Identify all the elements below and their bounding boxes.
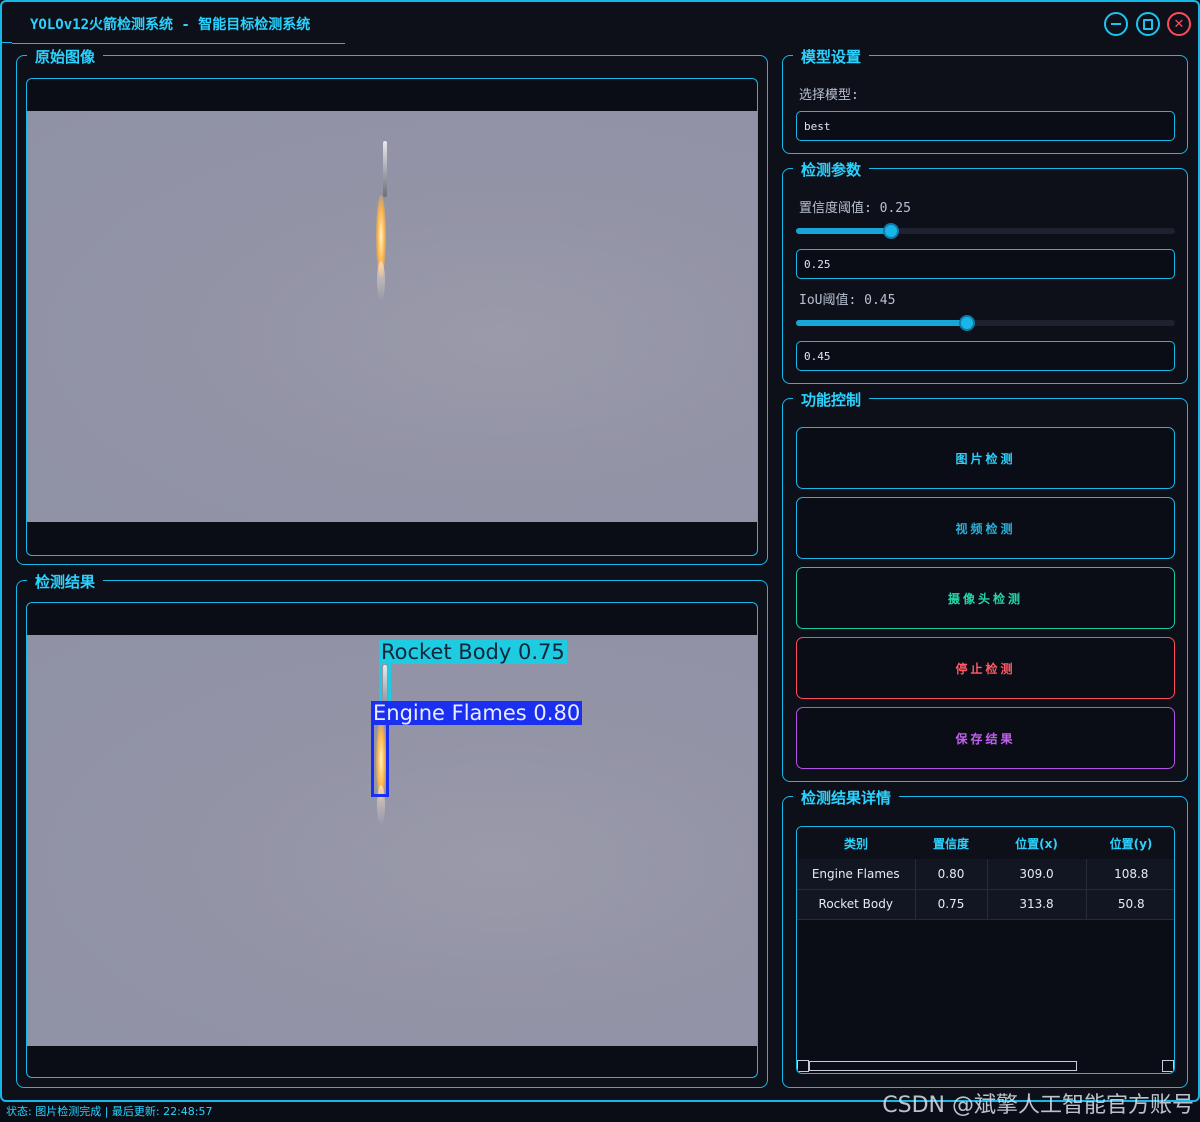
scroll-right-arrow[interactable] xyxy=(1162,1060,1174,1072)
iou-slider-fill xyxy=(796,320,967,326)
image-detect-button[interactable]: 图片检测 xyxy=(796,427,1175,489)
detection-result-title: 检测结果 xyxy=(27,571,104,592)
confidence-slider-handle[interactable] xyxy=(882,223,899,239)
cell-class: Rocket Body xyxy=(797,889,916,920)
title-bar: YOLOv12火箭检测系统 - 智能目标检测系统 xyxy=(12,2,345,44)
confidence-slider[interactable] xyxy=(796,223,1175,239)
select-model-label: 选择模型: xyxy=(799,88,859,103)
iou-input[interactable]: 0.45 xyxy=(796,341,1175,371)
camera-detect-button[interactable]: 摄像头检测 xyxy=(796,567,1175,629)
original-image-title: 原始图像 xyxy=(27,46,104,67)
iou-slider[interactable] xyxy=(796,315,1175,331)
save-result-button[interactable]: 保存结果 xyxy=(796,707,1175,769)
table-row[interactable]: Rocket Body 0.75 313.8 50.8 xyxy=(797,889,1174,920)
engine-flames-bbox xyxy=(371,722,389,797)
scroll-left-arrow[interactable] xyxy=(797,1060,809,1072)
result-image: Rocket Body 0.75 Engine Flames 0.80 xyxy=(27,635,757,1046)
model-settings-title: 模型设置 xyxy=(793,46,870,67)
column-header-class[interactable]: 类别 xyxy=(797,827,915,859)
confidence-slider-fill xyxy=(796,228,891,234)
detection-details-table-wrap: 类别 置信度 位置(x) 位置(y) Engine Flames 0.80 30… xyxy=(796,826,1175,1074)
maximize-button[interactable] xyxy=(1136,12,1160,36)
video-detect-button[interactable]: 视频检测 xyxy=(796,497,1175,559)
window-title: YOLOv12火箭检测系统 - 智能目标检测系统 xyxy=(30,17,311,33)
cell-confidence: 0.75 xyxy=(915,889,988,920)
title-divider xyxy=(2,42,12,43)
original-image-view xyxy=(26,78,758,556)
cell-confidence: 0.80 xyxy=(915,859,988,890)
watermark: CSDN @斌擎人工智能官方账号 xyxy=(882,1093,1194,1118)
confidence-label: 置信度阈值: 0.25 xyxy=(799,201,911,216)
cell-x: 313.8 xyxy=(987,889,1087,920)
cell-x: 309.0 xyxy=(987,859,1087,890)
iou-slider-handle[interactable] xyxy=(958,315,975,331)
scrollbar-thumb[interactable] xyxy=(809,1061,1077,1071)
cell-class: Engine Flames xyxy=(797,859,916,890)
model-select[interactable]: best xyxy=(796,111,1175,141)
cell-y: 50.8 xyxy=(1086,889,1174,920)
original-image xyxy=(27,111,757,522)
rocket-plume-graphic xyxy=(377,261,385,301)
column-header-confidence[interactable]: 置信度 xyxy=(915,827,987,859)
minimize-icon xyxy=(1111,23,1121,25)
close-icon: ✕ xyxy=(1173,16,1185,32)
detection-result-group: 检测结果 Rocket Body 0.75 Engine Flames 0.80 xyxy=(16,571,768,1088)
stop-detect-button[interactable]: 停止检测 xyxy=(796,637,1175,699)
function-controls-title: 功能控制 xyxy=(793,389,870,410)
horizontal-scrollbar[interactable] xyxy=(797,1059,1174,1073)
detection-params-title: 检测参数 xyxy=(793,159,870,180)
iou-label: IoU阈值: 0.45 xyxy=(799,293,896,308)
minimize-button[interactable] xyxy=(1104,12,1128,36)
original-image-group: 原始图像 xyxy=(16,46,768,565)
column-header-x[interactable]: 位置(x) xyxy=(987,827,1086,859)
close-button[interactable]: ✕ xyxy=(1167,12,1191,36)
detection-details-title: 检测结果详情 xyxy=(793,787,900,808)
table-header-row: 类别 置信度 位置(x) 位置(y) xyxy=(797,827,1174,859)
maximize-icon xyxy=(1143,18,1153,30)
detection-details-table: 类别 置信度 位置(x) 位置(y) Engine Flames 0.80 30… xyxy=(797,827,1174,920)
app-window: YOLOv12火箭检测系统 - 智能目标检测系统 ✕ 原始图像 检测结果 Roc… xyxy=(0,0,1200,1102)
rocket-body-graphic xyxy=(383,141,387,197)
rocket-body-detection-label: Rocket Body 0.75 xyxy=(379,640,567,664)
engine-flames-detection-label: Engine Flames 0.80 xyxy=(371,701,583,725)
confidence-input[interactable]: 0.25 xyxy=(796,249,1175,279)
column-header-y[interactable]: 位置(y) xyxy=(1086,827,1174,859)
cell-y: 108.8 xyxy=(1086,859,1174,890)
result-image-view: Rocket Body 0.75 Engine Flames 0.80 xyxy=(26,602,758,1078)
table-row[interactable]: Engine Flames 0.80 309.0 108.8 xyxy=(797,859,1174,890)
